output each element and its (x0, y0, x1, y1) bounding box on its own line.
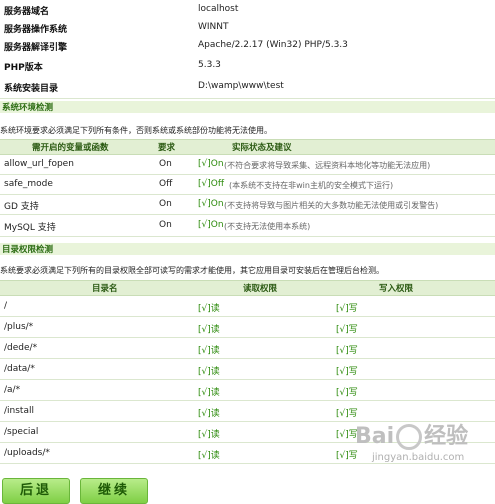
env-table-header: 需开启的变量或函数 要求 实际状态及建议 (0, 139, 495, 155)
dir-row-name: / (4, 301, 8, 311)
server-info-value: localhost (198, 4, 239, 14)
dir-row-write: [√]写 (336, 346, 358, 356)
env-row-status: [√]Off (198, 179, 225, 189)
dir-row-read: [√]读 (198, 325, 220, 335)
env-row-status: [√]On (198, 220, 224, 230)
server-info-value: WINNT (198, 22, 229, 32)
env-section-desc: 系统环境要求必须满足下列所有条件，否则系统或系统部份功能将无法使用。 (0, 126, 272, 135)
dir-section-desc: 系统要求必须满足下列所有的目录权限全部可读写的需求才能使用，其它应用目录可安装后… (0, 266, 384, 275)
env-row-note: (本系统不支持在非win主机的安全模式下运行) (229, 181, 394, 190)
dir-table-row: /data/* [√]读 [√]写 (0, 359, 495, 380)
dir-table-row: /plus/* [√]读 [√]写 (0, 317, 495, 338)
paw-icon (396, 424, 423, 450)
dir-row-write: [√]写 (336, 367, 358, 377)
dir-header-write: 写入权限 (379, 284, 414, 294)
env-table-row: safe_mode Off [√]Off (本系统不支持在非win主机的安全模式… (0, 175, 495, 195)
dir-table-row: /a/* [√]读 [√]写 (0, 380, 495, 401)
server-info-value: D:\wamp\www\test (198, 81, 284, 91)
dir-row-read: [√]读 (198, 409, 220, 419)
env-row-status: [√]On (198, 159, 224, 169)
env-row-req: On (159, 159, 172, 169)
dir-row-name: /a/* (4, 385, 21, 395)
dir-header-read: 读取权限 (243, 284, 278, 294)
env-row-note: (不符合要求将导致采集、远程资料本地化等功能无法应用) (224, 161, 431, 170)
env-row-req: On (159, 199, 172, 209)
server-info-label: 系统安装目录 (4, 84, 59, 94)
dir-row-read: [√]读 (198, 346, 220, 356)
env-section-title: 系统环境检测 (0, 101, 495, 113)
env-table-row: allow_url_fopen On [√]On (不符合要求将导致采集、远程资… (0, 155, 495, 175)
dir-row-write: [√]写 (336, 325, 358, 335)
server-info-row: 系统安装目录 D:\wamp\www\test (0, 77, 495, 99)
dir-row-name: /install (4, 406, 34, 416)
dir-row-read: [√]读 (198, 367, 220, 377)
dir-row-name: /special (4, 427, 39, 437)
server-info-row: 服务器解译引擎 Apache/2.2.17 (Win32) PHP/5.3.3 (0, 36, 495, 58)
dir-row-read: [√]读 (198, 430, 220, 440)
server-info-value: 5.3.3 (198, 60, 221, 70)
dir-row-name: /plus/* (4, 322, 34, 332)
dir-table-row: / [√]读 [√]写 (0, 296, 495, 317)
dir-row-name: /uploads/* (4, 448, 50, 458)
env-row-req: On (159, 220, 172, 230)
server-info-label: 服务器域名 (4, 7, 50, 17)
watermark-brand: Bai (355, 424, 395, 449)
dir-row-read: [√]读 (198, 388, 220, 398)
env-table-row: MySQL 支持 On [√]On (不支持无法使用本系统) (0, 215, 495, 237)
server-info-row: PHP版本 5.3.3 (0, 56, 495, 78)
server-info-label: 服务器解译引擎 (4, 43, 68, 53)
env-section-title-text: 系统环境检测 (2, 103, 54, 113)
dir-header-name: 目录名 (92, 284, 118, 294)
server-info-label: PHP版本 (4, 63, 43, 73)
server-info-label: 服务器操作系统 (4, 25, 68, 35)
dir-table-header: 目录名 读取权限 写入权限 (0, 280, 495, 296)
env-row-name: safe_mode (4, 179, 53, 189)
back-button[interactable]: 后退 (2, 478, 70, 504)
dir-row-name: /data/* (4, 364, 35, 374)
continue-button[interactable]: 继续 (80, 478, 148, 504)
env-row-name: allow_url_fopen (4, 159, 74, 169)
watermark-brand2: 经验 (424, 424, 469, 449)
env-header-status: 实际状态及建议 (232, 143, 292, 153)
dir-section-title-text: 目录权限检测 (2, 245, 54, 255)
env-row-note: (不支持无法使用本系统) (224, 222, 311, 231)
env-table-row: GD 支持 On [√]On (不支持将导致与图片相关的大多数功能无法使用或引发… (0, 195, 495, 215)
server-info-value: Apache/2.2.17 (Win32) PHP/5.3.3 (198, 40, 348, 50)
dir-row-read: [√]读 (198, 304, 220, 314)
dir-row-name: /dede/* (4, 343, 38, 353)
env-row-name: MySQL 支持 (4, 223, 56, 233)
env-header-req: 要求 (158, 143, 176, 153)
dir-row-write: [√]写 (336, 388, 358, 398)
env-row-req: Off (159, 179, 173, 189)
dir-row-write: [√]写 (336, 304, 358, 314)
env-row-name: GD 支持 (4, 202, 39, 212)
watermark-url: jingyan.baidu.com (372, 452, 465, 463)
dir-section-title: 目录权限检测 (0, 243, 495, 255)
watermark-logo: Bai 经验 (355, 418, 468, 450)
dir-row-read: [√]读 (198, 451, 220, 461)
env-row-status: [√]On (198, 199, 224, 209)
env-row-note: (不支持将导致与图片相关的大多数功能无法使用或引发警告) (224, 201, 439, 210)
env-header-name: 需开启的变量或函数 (32, 143, 109, 153)
dir-table-row: /dede/* [√]读 [√]写 (0, 338, 495, 359)
